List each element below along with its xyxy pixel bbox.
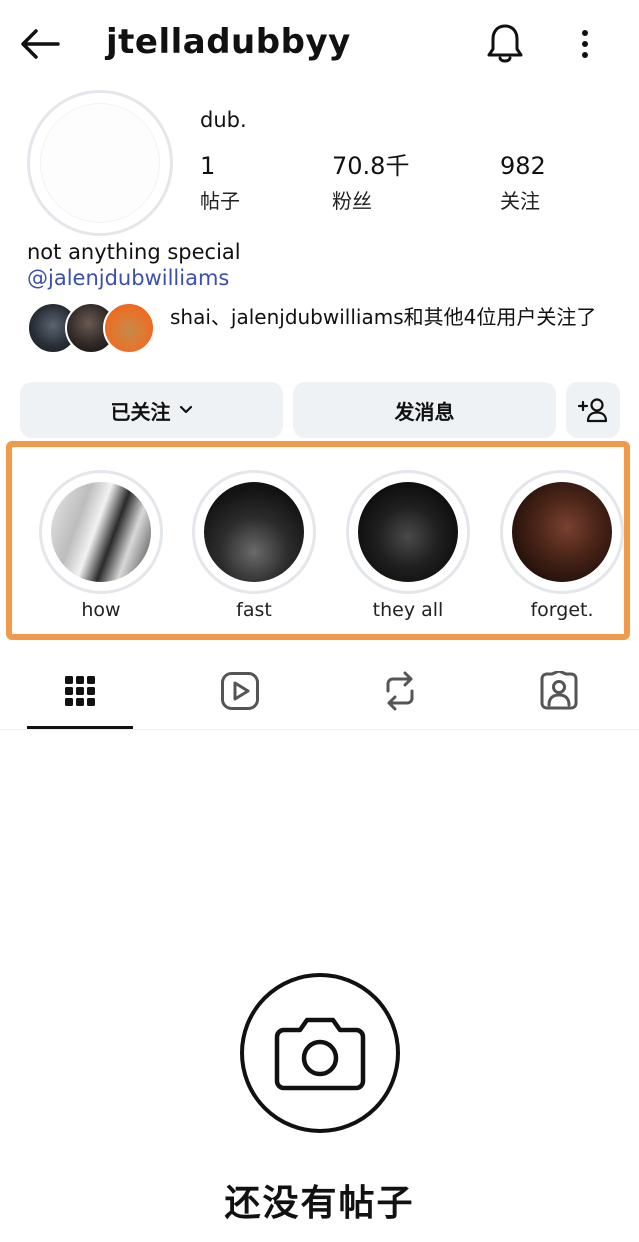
highlight-ring [500, 470, 624, 594]
highlight-ring [39, 470, 163, 594]
back-button[interactable] [14, 22, 66, 66]
tab-tagged[interactable] [504, 655, 614, 727]
stat-followers-label: 粉丝 [332, 189, 372, 213]
grid-icon [65, 676, 95, 706]
profile-bio: not anything special [27, 240, 241, 264]
add-friend-button[interactable] [566, 382, 620, 438]
stat-followers-count: 70.8千 [332, 152, 410, 180]
chevron-down-icon [179, 405, 192, 414]
empty-state-title: 还没有帖子 [224, 1183, 415, 1224]
stat-following-label: 关注 [500, 189, 540, 213]
message-button-label: 发消息 [394, 399, 455, 424]
display-name: dub. [200, 108, 247, 132]
empty-state-camera [240, 973, 400, 1133]
profile-tabs [0, 655, 639, 730]
highlight-forget[interactable]: forget. [500, 470, 624, 621]
highlight-they-all[interactable]: they all [346, 470, 470, 621]
camera-icon [274, 1017, 366, 1091]
highlight-how[interactable]: how [39, 470, 163, 621]
highlight-cover [512, 482, 612, 582]
top-bar: jtelladubbyy [0, 0, 639, 86]
mutual-followers-avatars[interactable] [27, 302, 157, 356]
stat-posts-label: 帖子 [200, 189, 240, 213]
message-button[interactable]: 发消息 [293, 382, 556, 438]
highlight-ring [192, 470, 316, 594]
notifications-button[interactable] [482, 20, 528, 66]
tab-reposts[interactable] [345, 655, 455, 727]
play-icon [221, 672, 259, 710]
profile-link[interactable]: @jalenjdubwilliams [27, 264, 229, 292]
highlight-cover [51, 482, 151, 582]
highlight-label: fast [236, 599, 272, 621]
stat-followers[interactable]: 70.8千 粉丝 [332, 150, 409, 216]
stat-posts[interactable]: 1 帖子 [200, 150, 240, 216]
highlight-cover [358, 482, 458, 582]
bell-icon [487, 24, 523, 63]
more-options-button[interactable] [566, 22, 604, 66]
highlight-label: they all [372, 599, 444, 621]
stat-posts-count: 1 [200, 152, 216, 180]
profile-username: jtelladubbyy [106, 22, 351, 62]
avatar-image [40, 103, 160, 223]
stat-following-count: 982 [500, 152, 546, 180]
highlight-label: forget. [530, 599, 594, 621]
following-button[interactable]: 已关注 [20, 382, 283, 438]
tagged-person-icon [540, 671, 578, 710]
tab-reels[interactable] [185, 655, 295, 727]
highlight-ring [346, 470, 470, 594]
tab-posts[interactable] [25, 655, 135, 727]
highlight-label: how [81, 599, 121, 621]
more-vertical-icon [582, 30, 588, 58]
mutual-followers-text[interactable]: shai、jalenjdubwilliams和其他4位用户关注了 [170, 302, 620, 332]
add-person-icon [578, 398, 608, 423]
highlight-fast[interactable]: fast [192, 470, 316, 621]
tabs-divider [0, 729, 639, 730]
highlight-cover [204, 482, 304, 582]
stat-following[interactable]: 982 关注 [500, 150, 546, 216]
mutual-avatar [103, 302, 155, 354]
arrow-left-icon [21, 29, 60, 59]
profile-avatar[interactable] [27, 90, 173, 236]
repost-icon [386, 671, 414, 711]
following-button-label: 已关注 [110, 399, 171, 424]
